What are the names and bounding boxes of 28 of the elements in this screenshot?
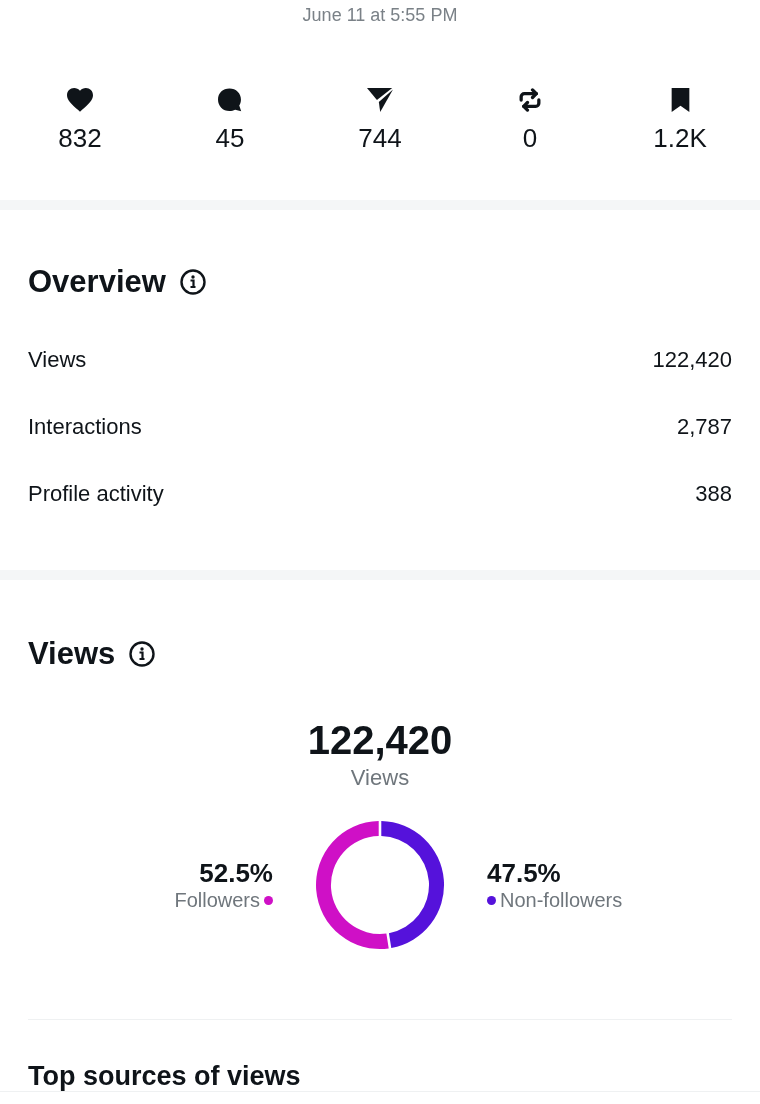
- speech-bubble-icon: [217, 88, 243, 112]
- repost-icon: [519, 88, 541, 112]
- bookmark-icon: [670, 88, 690, 112]
- metric-label: Views: [28, 346, 87, 373]
- views-caption: Views: [350, 765, 410, 791]
- section-title: Top sources of views: [28, 1060, 302, 1092]
- legend-percentage: 52.5%: [199, 858, 273, 888]
- legend-label: Followers: [174, 888, 260, 912]
- post-timestamp: June 11 at 5:55 PM: [302, 4, 458, 26]
- section-title: Views: [28, 636, 116, 672]
- replies-count: 45: [215, 123, 245, 153]
- legend-percentage: 47.5%: [487, 858, 561, 888]
- shares-count: 744: [358, 123, 402, 153]
- metric-value: 2,787: [676, 413, 732, 440]
- likes-count: 832: [58, 123, 102, 153]
- metric-value: 388: [695, 480, 732, 507]
- metric-label: Interactions: [28, 413, 142, 440]
- paper-plane-icon: [367, 88, 393, 112]
- section-title: Overview: [28, 264, 166, 300]
- metric-value: 122,420: [652, 346, 732, 373]
- views-total: 122,420: [307, 717, 453, 763]
- info-icon[interactable]: [179, 269, 206, 295]
- heart-icon: [67, 88, 93, 112]
- metric-label: Profile activity: [28, 480, 164, 507]
- bookmarks-count: 1.2K: [653, 123, 707, 153]
- legend-label: Non-followers: [500, 888, 623, 912]
- info-icon[interactable]: [129, 641, 156, 667]
- reposts-count: 0: [522, 123, 538, 153]
